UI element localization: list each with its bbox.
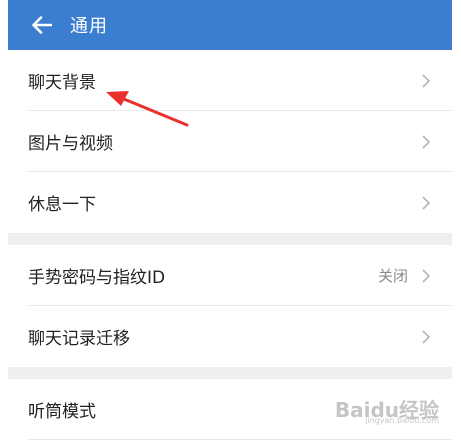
chevron-right-icon <box>416 193 436 213</box>
back-button[interactable] <box>20 0 64 50</box>
section-gap <box>8 233 452 245</box>
chevron-right-icon <box>416 71 436 91</box>
settings-list: 聊天背景 图片与视频 休息一下 手势密码与指纹ID 关闭 聊天记录迁移 听筒模式 <box>8 50 452 440</box>
chevron-right-icon <box>416 327 436 347</box>
setting-label: 休息一下 <box>28 195 96 215</box>
baidu-watermark: Baidu经验 jingyan.baidu.com <box>335 394 439 425</box>
setting-chat-background[interactable]: 聊天背景 <box>8 50 452 111</box>
section-gap <box>8 367 452 379</box>
setting-label: 手势密码与指纹ID <box>28 268 166 288</box>
chevron-right-icon <box>416 132 436 152</box>
chevron-right-icon <box>416 266 436 286</box>
setting-label: 聊天背景 <box>28 73 96 93</box>
settings-screen: 通用 聊天背景 图片与视频 休息一下 手势密码与指纹ID 关闭 聊天记录迁移 听… <box>0 0 461 440</box>
setting-label: 聊天记录迁移 <box>28 329 130 349</box>
back-arrow-icon <box>32 16 52 34</box>
setting-chat-history-migration[interactable]: 聊天记录迁移 <box>8 306 452 367</box>
top-app-bar: 通用 <box>8 0 452 50</box>
page-title: 通用 <box>70 16 108 37</box>
setting-take-a-break[interactable]: 休息一下 <box>8 172 452 233</box>
setting-photos-videos[interactable]: 图片与视频 <box>8 111 452 172</box>
watermark-sub: jingyan.baidu.com <box>365 416 439 425</box>
setting-gesture-password-fingerprint[interactable]: 手势密码与指纹ID 关闭 <box>8 245 452 306</box>
setting-value: 关闭 <box>377 267 408 285</box>
setting-label: 图片与视频 <box>28 134 113 154</box>
